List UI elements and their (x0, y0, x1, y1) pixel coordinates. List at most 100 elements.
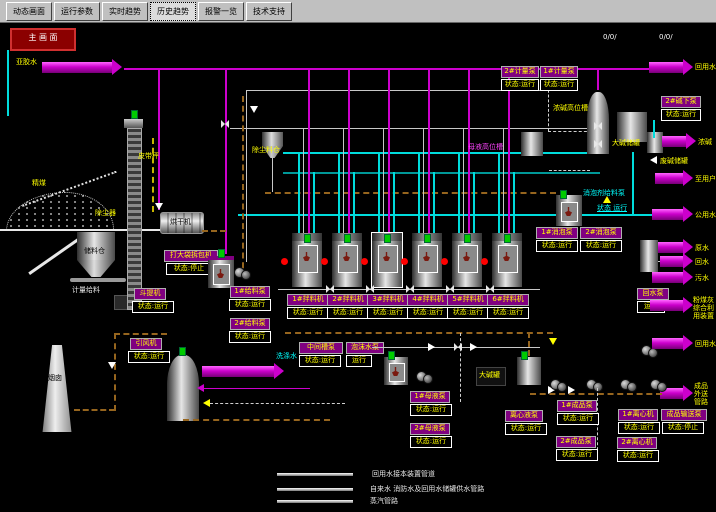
pipe (418, 152, 420, 233)
outlet-arrow-reuse-water-2 (652, 338, 683, 349)
outlet-label: 至用户 (695, 175, 716, 183)
feed-pump2-title: 2#给料泵 (230, 318, 270, 330)
feed-pump1-title: 1#给料泵 (230, 286, 270, 298)
alkali-storage-label: 大碱储罐 (612, 139, 640, 147)
feed-pump2-status: 状态:运行 (229, 331, 271, 343)
reclaimer-rod (28, 237, 81, 275)
menu-button-alarms[interactable]: 报警一览 (198, 2, 244, 21)
pump2-metering-status: 状态:运行 (501, 79, 539, 91)
flow-arrow-down (250, 106, 258, 113)
mother-pump2-status: 状态:运行 (410, 436, 452, 448)
valve-icon[interactable] (454, 343, 462, 351)
menu-button-support[interactable]: 技术支持 (246, 2, 292, 21)
coal-hopper[interactable] (77, 232, 115, 260)
flow-arrow-down (155, 203, 163, 210)
foam-pump-status: 运行 (346, 355, 372, 367)
dust-cyclone (262, 132, 283, 146)
transfer-pump-status: 状态:停止 (662, 422, 704, 434)
reactor-2-led (344, 234, 351, 243)
pump-icon[interactable] (586, 378, 602, 391)
valve-icon[interactable] (221, 120, 229, 128)
alarm-dot (401, 258, 408, 265)
pipe-dashed (152, 138, 154, 212)
menu-button-history-trend[interactable]: 历史趋势 (150, 2, 196, 21)
mother-liquor-led (521, 351, 528, 360)
valve-icon[interactable] (594, 140, 602, 148)
pump-icon[interactable] (416, 370, 432, 383)
pipe (428, 68, 430, 233)
pipe (338, 152, 340, 233)
reactor-6-led (504, 234, 511, 243)
wash-water-label: 洗涤水 (276, 352, 297, 360)
reactor-1-led (304, 234, 311, 243)
reactor-4-led (424, 234, 431, 243)
pump-icon[interactable] (550, 378, 566, 391)
return-water-tank[interactable] (640, 240, 658, 272)
mother-pump1-status: 状态:运行 (410, 404, 452, 416)
pipe (353, 172, 355, 233)
reactor-2-title: 2#拌料机 (327, 294, 369, 306)
reactor-4-title: 4#拌料机 (407, 294, 449, 306)
pipe (7, 50, 9, 116)
pipe-flue (114, 333, 116, 411)
pump-icon[interactable] (620, 378, 636, 391)
valve-icon[interactable] (326, 285, 334, 293)
pump-icon[interactable] (650, 378, 666, 391)
elevator-motor (124, 119, 143, 128)
valve-icon[interactable] (406, 285, 414, 293)
centrifuge2-status: 状态:运行 (617, 450, 659, 462)
scada-screen: 动态画面 运行参数 实时趋势 历史趋势 报警一览 技术支持 主 画 面 0/0/… (0, 0, 716, 512)
alarm-dot (441, 258, 448, 265)
pipe (303, 128, 304, 233)
alarm-dot (481, 258, 488, 265)
valve-icon[interactable] (446, 285, 454, 293)
defoamer-pump2-title: 2#消泡泵 (580, 227, 622, 239)
alkali-storage-tank[interactable] (617, 112, 647, 142)
pump2-metering-title: 2#计量泵 (501, 66, 539, 78)
menu-button-params[interactable]: 运行参数 (54, 2, 100, 21)
dust-bin-label: 除尘料仓 (252, 146, 280, 154)
pipe (388, 68, 390, 233)
reactor-3-status: 状态:运行 (367, 307, 409, 319)
valve-icon[interactable] (366, 285, 374, 293)
centrifuge2-title: 2#离心机 (617, 437, 657, 449)
waste-alkali-tank[interactable] (647, 132, 663, 153)
mother-liquor-tank[interactable] (517, 357, 541, 385)
pump-icon[interactable] (234, 266, 250, 279)
mother-liquor-head-tank[interactable] (521, 132, 543, 156)
legend-text: 自来水 消防水及回用水储罐供水管路 (370, 485, 484, 493)
ground-line (0, 229, 182, 231)
menu-button-realtime-trend[interactable]: 实时趋势 (102, 2, 148, 21)
outlet-arrow-raw-water (658, 242, 683, 253)
flow-arrow-left (203, 399, 210, 407)
pipe-dashed (548, 131, 592, 132)
fan-title: 引风机 (130, 338, 162, 350)
menu-button-flow[interactable]: 动态画面 (6, 2, 52, 21)
pipe (348, 68, 350, 233)
pipe (283, 152, 600, 154)
pipe (183, 419, 330, 421)
dryer-label: 烘干机 (170, 218, 191, 226)
defoamer-pump1-title: 1#消泡泵 (536, 227, 578, 239)
pipe (458, 152, 460, 233)
inlet-arrow (42, 62, 112, 73)
pipe (513, 172, 515, 233)
outlet-label: 回水 (695, 258, 716, 266)
scrubber-tank[interactable] (167, 355, 199, 421)
product-pump2-title: 2#成品泵 (556, 436, 596, 448)
intermediate-pump-title: 中间槽泵 (299, 342, 343, 354)
defoamer-pump2-status: 状态:运行 (580, 240, 622, 252)
pipe (632, 152, 634, 214)
pipe-flue (114, 333, 167, 335)
reactor-5-led (464, 234, 471, 243)
product-pump1-title: 1#成品泵 (557, 400, 597, 412)
valve-icon[interactable] (594, 122, 602, 130)
pipe (473, 172, 475, 233)
valve-icon[interactable] (486, 285, 494, 293)
home-button[interactable]: 主 画 面 (10, 28, 76, 51)
elevator-title: 斗提机 (134, 288, 166, 300)
centrate-pump-status: 状态:运行 (505, 423, 547, 435)
pipe (433, 172, 435, 233)
hopper-label: 储料仓 (84, 247, 105, 255)
alkali-head-tank-label: 浓碱高位槽 (553, 104, 588, 112)
